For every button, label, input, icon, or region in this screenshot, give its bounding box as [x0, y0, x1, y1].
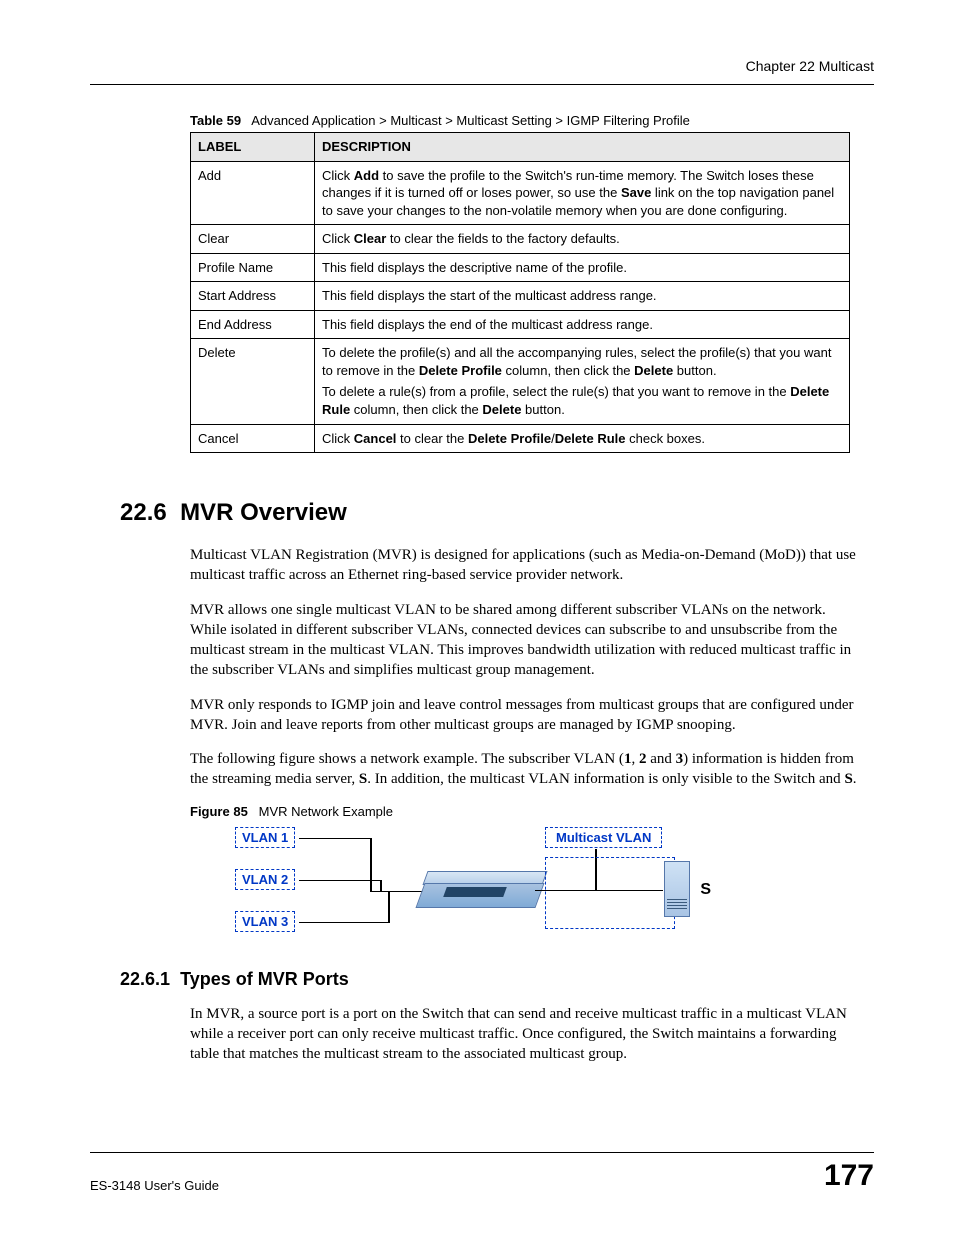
connector-line — [299, 880, 381, 882]
table-caption-text: Advanced Application > Multicast > Multi… — [251, 113, 690, 128]
cell-description: Click Add to save the profile to the Swi… — [315, 161, 850, 225]
figure-caption-prefix: Figure 85 — [190, 804, 248, 819]
cell-label: End Address — [191, 310, 315, 339]
subsection-number: 22.6.1 — [120, 969, 170, 989]
vlan1-box: VLAN 1 — [235, 827, 295, 848]
section-number: 22.6 — [120, 499, 167, 526]
page-footer: ES-3148 User's Guide 177 — [90, 1152, 874, 1193]
cell-label: Start Address — [191, 282, 315, 311]
figure-caption: Figure 85 MVR Network Example — [190, 804, 874, 819]
cell-description: This field displays the start of the mul… — [315, 282, 850, 311]
server-label: S — [700, 881, 711, 899]
page-number: 177 — [824, 1159, 874, 1193]
connector-line — [388, 892, 390, 923]
body-paragraph: Multicast VLAN Registration (MVR) is des… — [190, 545, 864, 586]
cell-description: Click Cancel to clear the Delete Profile… — [315, 424, 850, 453]
subsection-heading: 22.6.1 Types of MVR Ports — [120, 969, 874, 990]
igmp-filtering-table: LABEL DESCRIPTION AddClick Add to save t… — [190, 132, 850, 453]
table-row: DeleteTo delete the profile(s) and all t… — [191, 339, 850, 424]
figure-caption-text: MVR Network Example — [259, 804, 393, 819]
body-paragraph: The following figure shows a network exa… — [190, 749, 864, 790]
cell-description: To delete the profile(s) and all the acc… — [315, 339, 850, 424]
switch-icon — [443, 887, 507, 897]
table-row: CancelClick Cancel to clear the Delete P… — [191, 424, 850, 453]
cell-label: Cancel — [191, 424, 315, 453]
body-paragraph: MVR allows one single multicast VLAN to … — [190, 600, 864, 681]
col-header-description: DESCRIPTION — [315, 133, 850, 162]
chapter-header: Chapter 22 Multicast — [90, 58, 874, 74]
cell-label: Add — [191, 161, 315, 225]
body-paragraph: In MVR, a source port is a port on the S… — [190, 1004, 864, 1065]
table-row: Start AddressThis field displays the sta… — [191, 282, 850, 311]
server-icon — [667, 899, 687, 913]
vlan3-box: VLAN 3 — [235, 911, 295, 932]
connector-line — [370, 891, 425, 893]
cell-description: This field displays the descriptive name… — [315, 253, 850, 282]
section-title: MVR Overview — [180, 499, 347, 526]
table-row: AddClick Add to save the profile to the … — [191, 161, 850, 225]
table-row: End AddressThis field displays the end o… — [191, 310, 850, 339]
col-header-label: LABEL — [191, 133, 315, 162]
vlan2-box: VLAN 2 — [235, 869, 295, 890]
mvr-network-diagram: VLAN 1 VLAN 2 VLAN 3 Multicast VLAN S — [235, 825, 745, 947]
cell-description: This field displays the end of the multi… — [315, 310, 850, 339]
table-row: ClearClick Clear to clear the fields to … — [191, 225, 850, 254]
table-caption-prefix: Table 59 — [190, 113, 241, 128]
header-divider — [90, 84, 874, 85]
subsection-title: Types of MVR Ports — [180, 969, 349, 989]
connector-line — [299, 922, 389, 924]
multicast-vlan-box: Multicast VLAN — [545, 827, 662, 848]
multicast-vlan-zone — [545, 857, 675, 929]
footer-divider — [90, 1152, 874, 1153]
body-paragraph: MVR only responds to IGMP join and leave… — [190, 695, 864, 736]
cell-label: Delete — [191, 339, 315, 424]
footer-guide-name: ES-3148 User's Guide — [90, 1178, 219, 1193]
connector-line — [299, 838, 371, 840]
cell-description: Click Clear to clear the fields to the f… — [315, 225, 850, 254]
connector-line — [370, 838, 372, 892]
cell-label: Clear — [191, 225, 315, 254]
table-row: Profile NameThis field displays the desc… — [191, 253, 850, 282]
section-heading: 22.6 MVR Overview — [120, 499, 874, 527]
cell-label: Profile Name — [191, 253, 315, 282]
table-caption: Table 59 Advanced Application > Multicas… — [190, 113, 874, 128]
connector-line — [535, 890, 663, 892]
